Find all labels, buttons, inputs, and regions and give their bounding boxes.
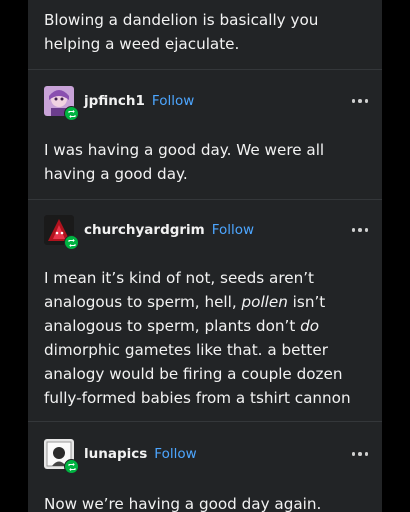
post-body-1: Blowing a dandelion is basically you hel… [44, 11, 319, 53]
reblog-icon [64, 459, 79, 474]
follow-button[interactable]: Follow [152, 93, 194, 109]
more-options-icon[interactable] [350, 448, 371, 460]
username[interactable]: jpfinch1 [84, 93, 145, 109]
divider [28, 199, 382, 200]
avatar[interactable] [44, 439, 79, 474]
reblog-icon [64, 106, 79, 121]
follow-button[interactable]: Follow [212, 222, 254, 238]
more-options-icon[interactable] [350, 224, 371, 236]
avatar[interactable] [44, 215, 79, 250]
more-options-icon[interactable] [350, 95, 371, 107]
reblog-icon [64, 235, 79, 250]
post-header-jpfinch1: jpfinch1 Follow [44, 84, 371, 121]
divider [28, 421, 382, 422]
post-text-emphasis: pollen [241, 293, 288, 311]
avatar[interactable] [44, 86, 79, 121]
post-header-churchyardgrim: churchyardgrim Follow [44, 213, 371, 250]
post-body-2: I was having a good day. We were all hav… [44, 141, 325, 183]
username[interactable]: lunapics [84, 446, 147, 462]
follow-button[interactable]: Follow [154, 446, 196, 462]
post-thread: Blowing a dandelion is basically you hel… [28, 0, 382, 512]
post-body-4: Now we’re having a good day again. [44, 495, 322, 512]
post-text-segment: dimorphic gametes like that. a better an… [44, 341, 351, 407]
username[interactable]: churchyardgrim [84, 222, 205, 238]
post-header-lunapics: lunapics Follow [44, 437, 371, 474]
divider [28, 69, 382, 70]
post-body-3: I mean it’s kind of not, seeds aren’t an… [44, 266, 368, 410]
post-text-emphasis: do [300, 317, 320, 335]
